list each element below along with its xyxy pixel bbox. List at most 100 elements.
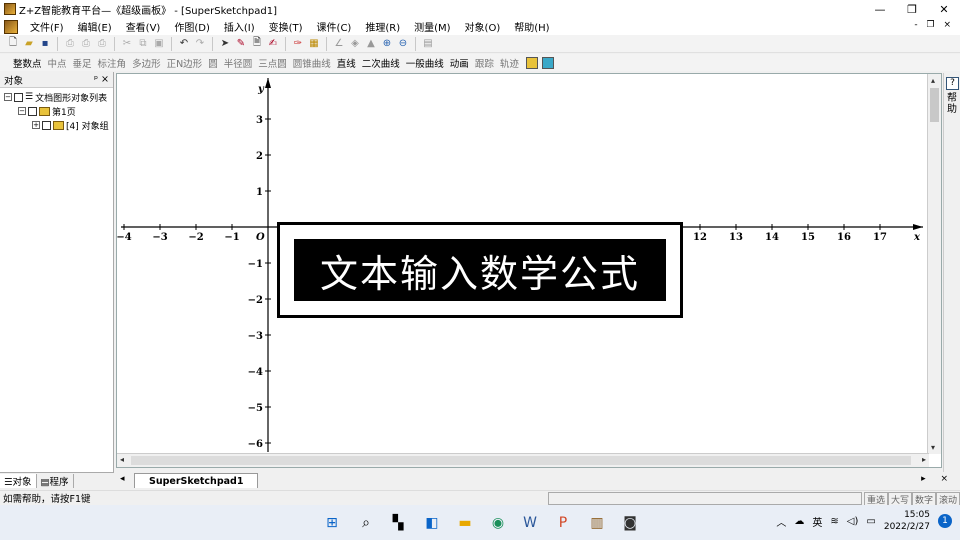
tab-supersketchpad1[interactable]: SuperSketchpad1 (134, 473, 259, 488)
recorder-icon[interactable]: ◙ (620, 513, 640, 533)
volume-icon[interactable]: ◁) (847, 516, 859, 527)
cloud-icon[interactable]: ☁ (794, 516, 804, 527)
new-file-icon[interactable]: 🗋 (6, 37, 20, 51)
horizontal-scrollbar[interactable]: ◂ ▸ (117, 453, 929, 467)
tool-foot[interactable]: 垂足 (70, 56, 95, 70)
battery-icon[interactable]: ▭ (866, 516, 875, 527)
tool-line[interactable]: 直线 (334, 56, 359, 70)
scroll-down-icon[interactable]: ▾ (931, 443, 935, 452)
menu-view[interactable]: 查看(V) (120, 19, 169, 34)
pen-tool-icon[interactable]: ✍ (266, 37, 280, 51)
document-icon[interactable] (4, 19, 18, 34)
tree-checkbox[interactable] (28, 106, 37, 116)
cut-icon[interactable]: ✂ (120, 37, 134, 51)
mdi-controls[interactable]: - ❐ × (914, 20, 954, 30)
tab-program[interactable]: ▤程序 (37, 474, 74, 488)
menu-file[interactable]: 文件(F) (24, 19, 72, 34)
tab-nav-controls[interactable]: ▸ × (921, 474, 954, 484)
tree-item-page[interactable]: − 第1页 (0, 104, 113, 118)
menu-edit[interactable]: 编辑(E) (72, 19, 120, 34)
notification-badge[interactable]: 1 (938, 514, 952, 528)
tool-regular-polygon[interactable]: 正N边形 (164, 56, 206, 70)
tab-objects[interactable]: ☰对象 (0, 474, 37, 488)
menu-help[interactable]: 帮助(H) (508, 19, 557, 34)
menu-courseware[interactable]: 课件(C) (311, 19, 360, 34)
tray-chevron-icon[interactable]: ︿ (776, 514, 786, 529)
task-view-icon[interactable]: ▚ (388, 513, 408, 533)
search-icon[interactable]: ⌕ (356, 513, 376, 533)
text-tool-icon[interactable]: 🗎 (250, 37, 264, 51)
menu-reasoning[interactable]: 推理(R) (359, 19, 408, 34)
menu-transform[interactable]: 变换(T) (263, 19, 311, 34)
print-preview-icon[interactable]: ⎙ (63, 37, 77, 51)
brush-icon[interactable]: ✑ (291, 37, 305, 51)
text-box-icon[interactable] (525, 56, 538, 69)
undo-icon[interactable]: ↶ (177, 37, 191, 51)
tree-item-document[interactable]: − ☰ 文档图形对象列表 (0, 90, 113, 104)
vertical-scroll-thumb[interactable] (930, 88, 939, 122)
word-icon[interactable]: W (520, 513, 540, 533)
window-icon[interactable] (541, 56, 554, 69)
save-icon[interactable]: ▪ (38, 37, 52, 51)
menu-object[interactable]: 对象(O) (459, 19, 509, 34)
minimize-button[interactable]: — (864, 0, 896, 18)
line-style-icon[interactable]: ∠ (332, 37, 346, 51)
menu-insert[interactable]: 插入(I) (218, 19, 263, 34)
powerpoint-icon[interactable]: P (553, 513, 573, 533)
tool-circle[interactable]: 圆 (205, 56, 221, 70)
expand-icon[interactable]: + (32, 121, 40, 129)
print-setup-icon[interactable]: ⎙ (95, 37, 109, 51)
zoom-in-icon[interactable]: ⊕ (380, 37, 394, 51)
menu-measure[interactable]: 测量(M) (408, 19, 458, 34)
input-language[interactable]: 英 (812, 514, 822, 529)
scroll-up-icon[interactable]: ▴ (931, 76, 935, 85)
clock[interactable]: 15:05 2022/2/27 (884, 509, 930, 533)
collapse-icon[interactable]: − (18, 107, 26, 115)
start-icon[interactable]: ⊞ (322, 513, 342, 533)
supersketchpad-icon[interactable]: ▥ (587, 513, 607, 533)
maximize-button[interactable]: ❐ (896, 0, 928, 18)
vertical-scrollbar[interactable]: ▴ ▾ (927, 74, 941, 454)
zoom-out-icon[interactable]: ⊖ (396, 37, 410, 51)
pointer-icon[interactable]: ➤ (218, 37, 232, 51)
tool-polygon[interactable]: 多边形 (129, 56, 164, 70)
help-icon[interactable]: ? (946, 77, 959, 90)
collapse-icon[interactable]: − (4, 93, 12, 101)
point-tool-icon[interactable]: ✎ (234, 37, 248, 51)
scroll-right-icon[interactable]: ▸ (922, 455, 926, 464)
paste-icon[interactable]: ▣ (152, 37, 166, 51)
stamp-icon[interactable]: ▤ (421, 37, 435, 51)
tool-radius-circle[interactable]: 半径圆 (221, 56, 256, 70)
tool-locus[interactable]: 轨迹 (497, 56, 522, 70)
tree-checkbox[interactable] (14, 92, 23, 102)
tree-item-group[interactable]: + [4] 对象组 (0, 118, 113, 132)
tool-mark-angle[interactable]: 标注角 (95, 56, 130, 70)
redo-icon[interactable]: ↷ (193, 37, 207, 51)
close-button[interactable]: ✕ (928, 0, 960, 18)
tool-integer-point[interactable]: 整数点 (10, 56, 45, 70)
text-color-icon[interactable]: ▲ (364, 37, 378, 51)
tool-general-curve[interactable]: 一般曲线 (403, 56, 447, 70)
copy-icon[interactable]: ⧉ (136, 37, 150, 51)
widgets-icon[interactable]: ◧ (422, 513, 442, 533)
tool-quadratic-curve[interactable]: 二次曲线 (359, 56, 403, 70)
file-explorer-icon[interactable]: ▬ (455, 513, 475, 533)
tool-animation[interactable]: 动画 (447, 56, 472, 70)
tool-three-point-circle[interactable]: 三点圆 (255, 56, 290, 70)
scroll-left-icon[interactable]: ◂ (120, 455, 124, 464)
wifi-icon[interactable]: ≋ (830, 516, 838, 527)
tree-checkbox[interactable] (42, 120, 51, 130)
fill-color-icon[interactable]: ◈ (348, 37, 362, 51)
tool-midpoint[interactable]: 中点 (45, 56, 70, 70)
menu-draw[interactable]: 作图(D) (168, 19, 218, 34)
help-dock-tab[interactable]: 帮助 (947, 93, 958, 115)
panel-pin-close[interactable]: ᵖ × (94, 74, 109, 85)
edge-icon[interactable]: ◉ (488, 513, 508, 533)
tab-scroll-left-icon[interactable]: ◂ (120, 474, 125, 484)
tool-conic[interactable]: 圆锥曲线 (290, 56, 334, 70)
open-folder-icon[interactable]: ▰ (22, 37, 36, 51)
horizontal-scroll-thumb[interactable] (131, 456, 911, 465)
print-icon[interactable]: ⎙ (79, 37, 93, 51)
image-icon[interactable]: ▦ (307, 37, 321, 51)
tool-trace[interactable]: 跟踪 (472, 56, 497, 70)
